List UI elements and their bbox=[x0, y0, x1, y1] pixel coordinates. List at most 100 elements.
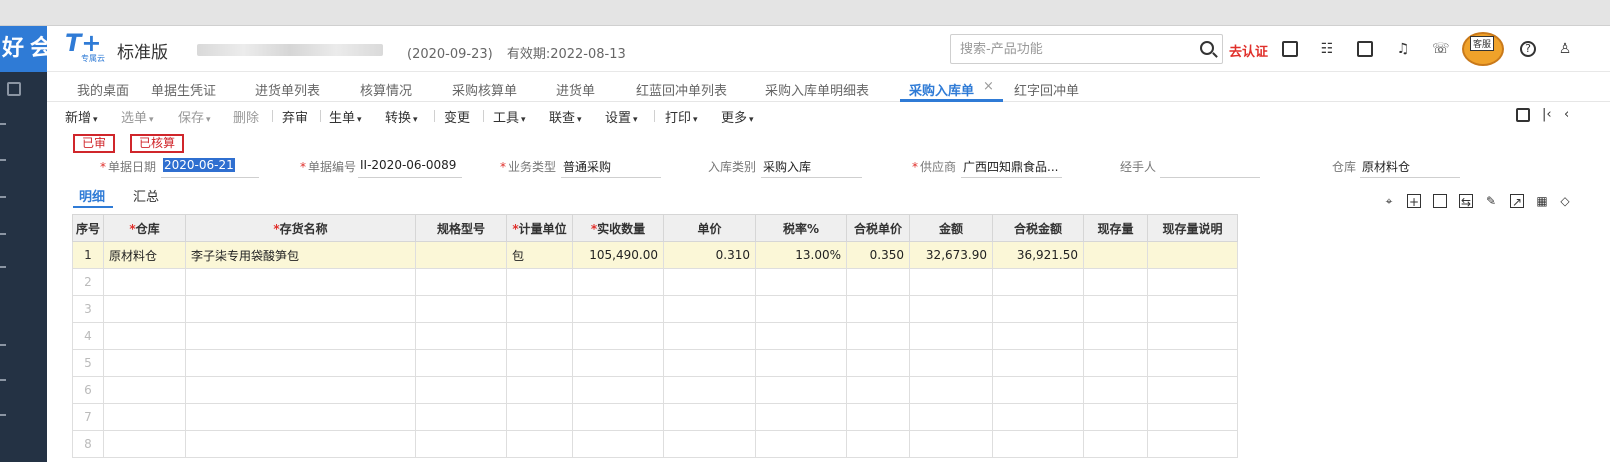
settings-button[interactable]: 设置 ▾ bbox=[605, 107, 638, 126]
column-settings-icon[interactable]: ▦ bbox=[1535, 194, 1549, 208]
table-cell[interactable] bbox=[415, 268, 507, 296]
table-cell[interactable] bbox=[992, 349, 1084, 377]
table-cell[interactable] bbox=[415, 295, 507, 323]
table-cell[interactable] bbox=[1083, 322, 1148, 350]
table-cell[interactable] bbox=[1147, 268, 1238, 296]
search-icon[interactable] bbox=[1200, 41, 1214, 55]
delete-button[interactable]: 删除 bbox=[233, 107, 259, 126]
table-cell[interactable] bbox=[415, 376, 507, 404]
subtab-detail[interactable]: 明细 bbox=[79, 186, 105, 205]
add-row-icon[interactable]: + bbox=[1407, 194, 1421, 209]
table-cell[interactable] bbox=[1147, 376, 1238, 404]
user-icon[interactable]: ♙ bbox=[1557, 41, 1573, 57]
table-cell[interactable] bbox=[1147, 430, 1238, 458]
table-cell[interactable] bbox=[909, 268, 993, 296]
table-cell[interactable] bbox=[103, 430, 186, 458]
table-cell[interactable] bbox=[103, 322, 186, 350]
table-cell[interactable] bbox=[909, 322, 993, 350]
select-button[interactable]: 选单 ▾ bbox=[121, 107, 154, 126]
table-cell[interactable] bbox=[755, 268, 847, 296]
supplier-field[interactable]: * 供应商 广西四知鼎食品... bbox=[912, 158, 1062, 178]
add-button[interactable]: 新增 ▾ bbox=[65, 107, 98, 126]
table-cell[interactable] bbox=[572, 403, 664, 431]
table-cell[interactable] bbox=[506, 322, 573, 350]
table-cell[interactable] bbox=[992, 430, 1084, 458]
col-header-warehouse[interactable]: *仓库 bbox=[103, 214, 186, 242]
col-header-item-name[interactable]: *存货名称 bbox=[185, 214, 416, 242]
table-cell[interactable] bbox=[572, 268, 664, 296]
table-cell[interactable]: 包 bbox=[506, 241, 573, 269]
subtab-summary[interactable]: 汇总 bbox=[133, 186, 159, 205]
new-window-icon[interactable] bbox=[7, 82, 21, 96]
table-cell[interactable] bbox=[185, 349, 416, 377]
tab-accounting[interactable]: 核算情况 bbox=[360, 80, 412, 99]
warehouse-input[interactable]: 原材料仓 bbox=[1360, 158, 1460, 178]
location-icon[interactable]: ⌖ bbox=[1382, 194, 1396, 208]
col-header-tax-amount[interactable]: 合税金额 bbox=[992, 214, 1084, 242]
table-cell[interactable]: 32,673.90 bbox=[909, 241, 993, 269]
table-cell[interactable] bbox=[185, 268, 416, 296]
table-cell[interactable]: 105,490.00 bbox=[572, 241, 664, 269]
date-field[interactable]: * 单据日期 2020-06-21 bbox=[100, 158, 260, 178]
edit-icon[interactable]: ✎ bbox=[1484, 194, 1498, 208]
table-cell[interactable]: 0.350 bbox=[846, 241, 910, 269]
table-cell[interactable]: 李子柒专用袋酸笋包 bbox=[185, 241, 416, 269]
table-row[interactable]: 5 bbox=[72, 349, 1238, 377]
table-cell[interactable] bbox=[1147, 349, 1238, 377]
tab-purchase-accounting[interactable]: 采购核算单 bbox=[452, 80, 517, 99]
table-cell[interactable] bbox=[755, 349, 847, 377]
sidebar-item-8[interactable] bbox=[0, 414, 6, 416]
table-cell[interactable] bbox=[992, 376, 1084, 404]
table-cell[interactable] bbox=[1147, 295, 1238, 323]
table-cell[interactable] bbox=[572, 349, 664, 377]
table-cell[interactable] bbox=[506, 430, 573, 458]
col-header-stock-note[interactable]: 现存量说明 bbox=[1147, 214, 1238, 242]
tab-red-blue-list[interactable]: 红蓝回冲单列表 bbox=[636, 80, 727, 99]
table-cell[interactable] bbox=[663, 268, 756, 296]
table-cell[interactable] bbox=[1083, 268, 1148, 296]
number-input[interactable]: II-2020-06-0089 bbox=[358, 158, 462, 178]
in-type-field[interactable]: 入库类别 采购入库 bbox=[708, 158, 863, 178]
table-row[interactable]: 8 bbox=[72, 430, 1238, 458]
warehouse-field[interactable]: 仓库 原材料仓 bbox=[1332, 158, 1462, 178]
col-header-stock[interactable]: 现存量 bbox=[1083, 214, 1148, 242]
table-cell[interactable] bbox=[909, 349, 993, 377]
table-row[interactable]: 1 原材料仓 李子柒专用袋酸笋包 包 105,490.00 0.310 13.00% 0.35… bbox=[72, 241, 1238, 269]
col-header-tax-unit-price[interactable]: 合税单价 bbox=[846, 214, 910, 242]
table-cell[interactable] bbox=[103, 349, 186, 377]
tools-button[interactable]: 工具 ▾ bbox=[493, 107, 526, 126]
table-cell[interactable] bbox=[909, 295, 993, 323]
table-cell[interactable] bbox=[1083, 349, 1148, 377]
table-cell[interactable] bbox=[663, 376, 756, 404]
table-cell[interactable] bbox=[846, 295, 910, 323]
search-input[interactable] bbox=[951, 35, 1191, 63]
table-cell[interactable] bbox=[1083, 295, 1148, 323]
sidebar-item-6[interactable] bbox=[0, 344, 6, 346]
table-cell[interactable] bbox=[909, 376, 993, 404]
table-cell[interactable] bbox=[506, 268, 573, 296]
table-cell[interactable] bbox=[909, 403, 993, 431]
table-cell[interactable] bbox=[185, 430, 416, 458]
checklist-icon[interactable]: ☷ bbox=[1319, 41, 1335, 57]
number-field[interactable]: * 单据编号 II-2020-06-0089 bbox=[300, 158, 462, 178]
table-cell[interactable] bbox=[103, 376, 186, 404]
copy-row-icon[interactable] bbox=[1433, 194, 1447, 208]
table-cell[interactable] bbox=[185, 376, 416, 404]
table-cell[interactable] bbox=[909, 430, 993, 458]
tab-purchase-list[interactable]: 进货单列表 bbox=[255, 80, 320, 99]
col-header-tax-rate[interactable]: 税率% bbox=[755, 214, 847, 242]
eraser-icon[interactable]: ◇ bbox=[1558, 194, 1572, 208]
table-cell[interactable] bbox=[1147, 322, 1238, 350]
table-cell[interactable] bbox=[1083, 430, 1148, 458]
message-icon[interactable] bbox=[1357, 41, 1373, 57]
table-cell[interactable] bbox=[103, 295, 186, 323]
help-icon[interactable]: ? bbox=[1520, 41, 1536, 57]
table-cell[interactable] bbox=[185, 322, 416, 350]
table-cell[interactable] bbox=[185, 403, 416, 431]
supplier-input[interactable]: 广西四知鼎食品... bbox=[961, 158, 1062, 178]
function-search[interactable] bbox=[950, 34, 1223, 64]
bell-icon[interactable]: ♫ bbox=[1395, 41, 1411, 57]
sidebar-item-3[interactable] bbox=[0, 196, 6, 198]
table-cell[interactable] bbox=[663, 322, 756, 350]
table-cell[interactable] bbox=[992, 322, 1084, 350]
